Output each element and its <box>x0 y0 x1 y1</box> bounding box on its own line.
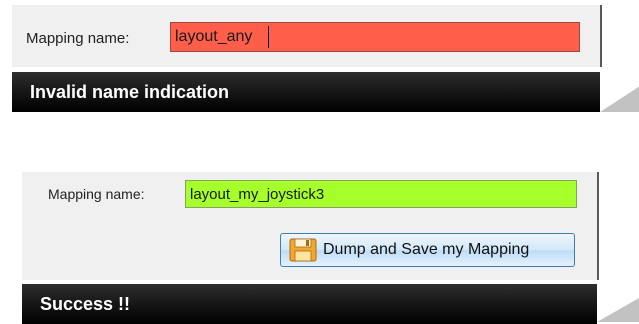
panel-edge-line <box>600 5 602 67</box>
dump-and-save-mapping-button[interactable]: Dump and Save my Mapping <box>280 233 575 267</box>
mapping-name-input-valid[interactable] <box>185 180 577 208</box>
mapping-name-label: Mapping name: <box>26 30 130 47</box>
mapping-name-label: Mapping name: <box>48 186 145 202</box>
mapping-name-input-invalid[interactable] <box>170 22 580 52</box>
banner-fold-decoration <box>600 86 639 112</box>
caption-text: Invalid name indication <box>30 81 230 102</box>
text-caret <box>268 26 269 48</box>
dump-button-label: Dump and Save my Mapping <box>323 241 530 258</box>
invalid-name-caption: Invalid name indication <box>12 72 600 112</box>
banner-fold-decoration <box>597 298 639 322</box>
floppy-disk-icon <box>289 237 317 263</box>
panel-edge-line <box>597 172 599 280</box>
success-caption: Success !! <box>22 284 597 324</box>
caption-text: Success !! <box>40 293 131 314</box>
